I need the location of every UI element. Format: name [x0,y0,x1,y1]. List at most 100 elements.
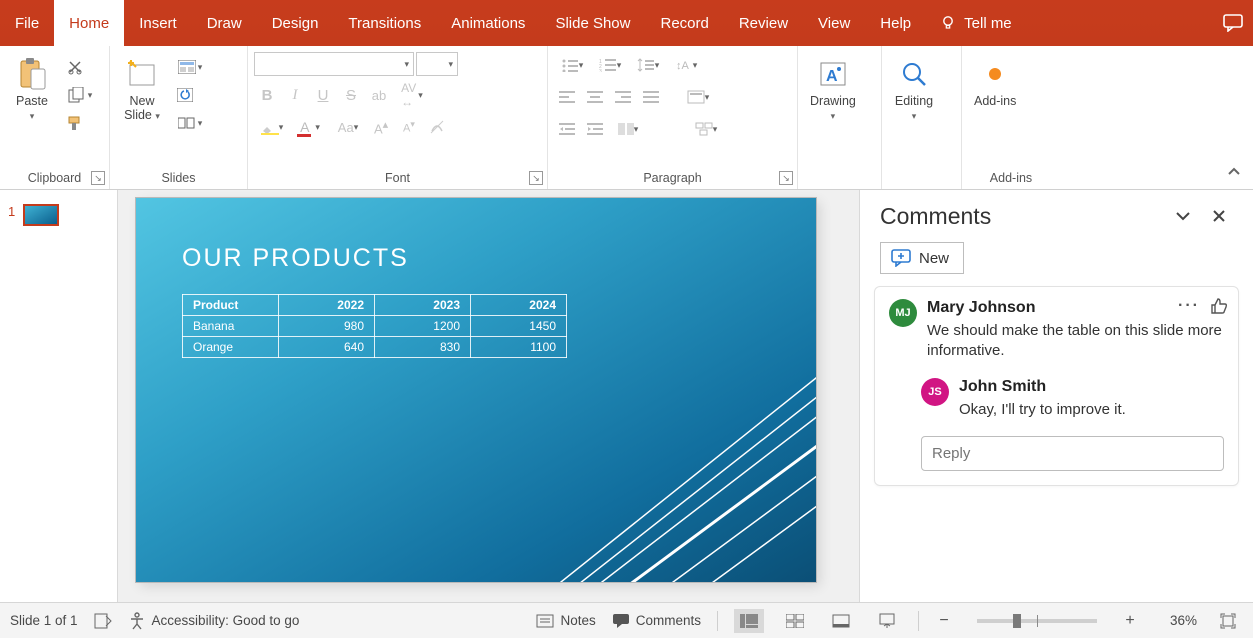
collapse-ribbon-button[interactable] [1223,161,1245,183]
strike-button[interactable]: S [338,82,364,108]
smartart-button[interactable]: ▾ [688,116,724,142]
comments-toggle-top[interactable] [1213,0,1253,46]
cell[interactable]: 1200 [375,316,471,337]
font-size-combo[interactable]: ▾ [416,52,458,76]
highlight-button[interactable]: ▾ [254,114,290,140]
cut-button[interactable] [62,54,88,80]
table-row[interactable]: Banana 980 1200 1450 [183,316,567,337]
view-sorter-button[interactable] [780,609,810,633]
tab-transitions[interactable]: Transitions [333,0,436,46]
font-color-button[interactable]: A ▾ [292,114,328,140]
slide-1[interactable]: OUR PRODUCTS Product 2022 2023 2024 Bana… [136,198,816,582]
reset-slide-button[interactable] [172,82,198,108]
align-left-button[interactable] [554,84,580,110]
zoom-thumb[interactable] [1013,614,1021,628]
slide-thumbnail-pane[interactable]: 1 [0,190,118,602]
th-product[interactable]: Product [183,295,279,316]
comment-more-button[interactable]: ··· [1178,297,1200,315]
tab-view[interactable]: View [803,0,865,46]
tab-help[interactable]: Help [865,0,926,46]
comment-thread[interactable]: ··· MJ Mary Johnson We should make the t… [874,286,1239,486]
bullets-button[interactable]: ▾ [554,52,590,78]
th-2022[interactable]: 2022 [279,295,375,316]
editing-label: Editing [895,94,933,108]
cell[interactable]: 980 [279,316,375,337]
font-dialog-launcher[interactable]: ↘ [529,171,543,185]
increase-indent-button[interactable] [582,116,608,142]
format-painter-button[interactable] [62,110,88,136]
comment-like-button[interactable] [1210,297,1228,315]
slide-table[interactable]: Product 2022 2023 2024 Banana 980 1200 1… [182,294,567,358]
tab-draw[interactable]: Draw [192,0,257,46]
align-right-button[interactable] [610,84,636,110]
zoom-slider[interactable] [977,619,1097,623]
addins-button[interactable]: Add-ins [968,50,1022,110]
cell[interactable]: Banana [183,316,279,337]
slide-canvas[interactable]: OUR PRODUCTS Product 2022 2023 2024 Bana… [118,190,859,602]
drawing-button[interactable]: A Drawing▾ [804,50,862,125]
editing-button[interactable]: Editing▾ [888,50,940,125]
clear-formatting-button[interactable] [424,114,450,140]
new-slide-button[interactable]: New Slide ▾ [116,50,168,125]
copy-button[interactable]: ▾ [62,82,98,108]
tab-insert[interactable]: Insert [124,0,192,46]
shrink-font-button[interactable]: A▾ [396,114,422,140]
fit-to-window-button[interactable] [1213,609,1243,633]
clipboard-dialog-launcher[interactable]: ↘ [91,171,105,185]
align-center-button[interactable] [582,84,608,110]
tab-animations[interactable]: Animations [436,0,540,46]
justify-button[interactable] [638,84,664,110]
cell[interactable]: 640 [279,337,375,358]
slide-title[interactable]: OUR PRODUCTS [182,244,409,273]
columns-button[interactable]: ▾ [610,116,646,142]
tab-design[interactable]: Design [257,0,334,46]
tab-review[interactable]: Review [724,0,803,46]
avatar: JS [921,378,949,406]
status-spellcheck[interactable] [94,613,112,629]
comments-close-button[interactable] [1205,202,1233,230]
view-reading-button[interactable] [826,609,856,633]
cell[interactable]: 1450 [471,316,567,337]
grow-font-button[interactable]: A▴ [368,114,394,140]
shadow-button[interactable]: ab [366,82,392,108]
underline-button[interactable]: U [310,82,336,108]
layout-button[interactable]: ▾ [172,54,208,80]
cell[interactable]: 830 [375,337,471,358]
comment-reply-input[interactable] [921,436,1224,471]
decrease-indent-button[interactable] [554,116,580,142]
numbering-button[interactable]: 123▾ [592,52,628,78]
th-2023[interactable]: 2023 [375,295,471,316]
paragraph-dialog-launcher[interactable]: ↘ [779,171,793,185]
bold-button[interactable]: B [254,82,280,108]
line-spacing-button[interactable]: ▾ [630,52,666,78]
tab-record[interactable]: Record [645,0,723,46]
comments-collapse-button[interactable] [1169,202,1197,230]
cell[interactable]: 1100 [471,337,567,358]
tab-file[interactable]: File [0,0,54,46]
tell-me-search[interactable]: Tell me [926,0,1026,46]
section-button[interactable]: ▾ [172,110,208,136]
view-normal-button[interactable] [734,609,764,633]
zoom-out-button[interactable]: − [935,612,953,630]
notes-toggle[interactable]: Notes [536,613,595,628]
tab-home[interactable]: Home [54,0,124,46]
italic-button[interactable]: I [282,82,308,108]
status-accessibility[interactable]: Accessibility: Good to go [128,612,300,630]
comments-toggle-status[interactable]: Comments [612,613,701,629]
change-case-button[interactable]: Aa▾ [330,114,366,140]
cell[interactable]: Orange [183,337,279,358]
slide-thumb-1[interactable] [23,204,59,226]
view-slideshow-button[interactable] [872,609,902,633]
th-2024[interactable]: 2024 [471,295,567,316]
new-comment-button[interactable]: New [880,242,964,274]
char-spacing-button[interactable]: AV↔▾ [394,82,430,108]
status-slide-indicator[interactable]: Slide 1 of 1 [10,613,78,628]
align-text-button[interactable]: ▾ [680,84,716,110]
paste-button[interactable]: Paste▾ [6,50,58,125]
zoom-level[interactable]: 36% [1155,613,1197,628]
font-name-combo[interactable]: ▾ [254,52,414,76]
table-row[interactable]: Orange 640 830 1100 [183,337,567,358]
tab-slideshow[interactable]: Slide Show [540,0,645,46]
text-direction-button[interactable]: ↕A▾ [668,52,704,78]
zoom-in-button[interactable]: + [1121,612,1139,630]
